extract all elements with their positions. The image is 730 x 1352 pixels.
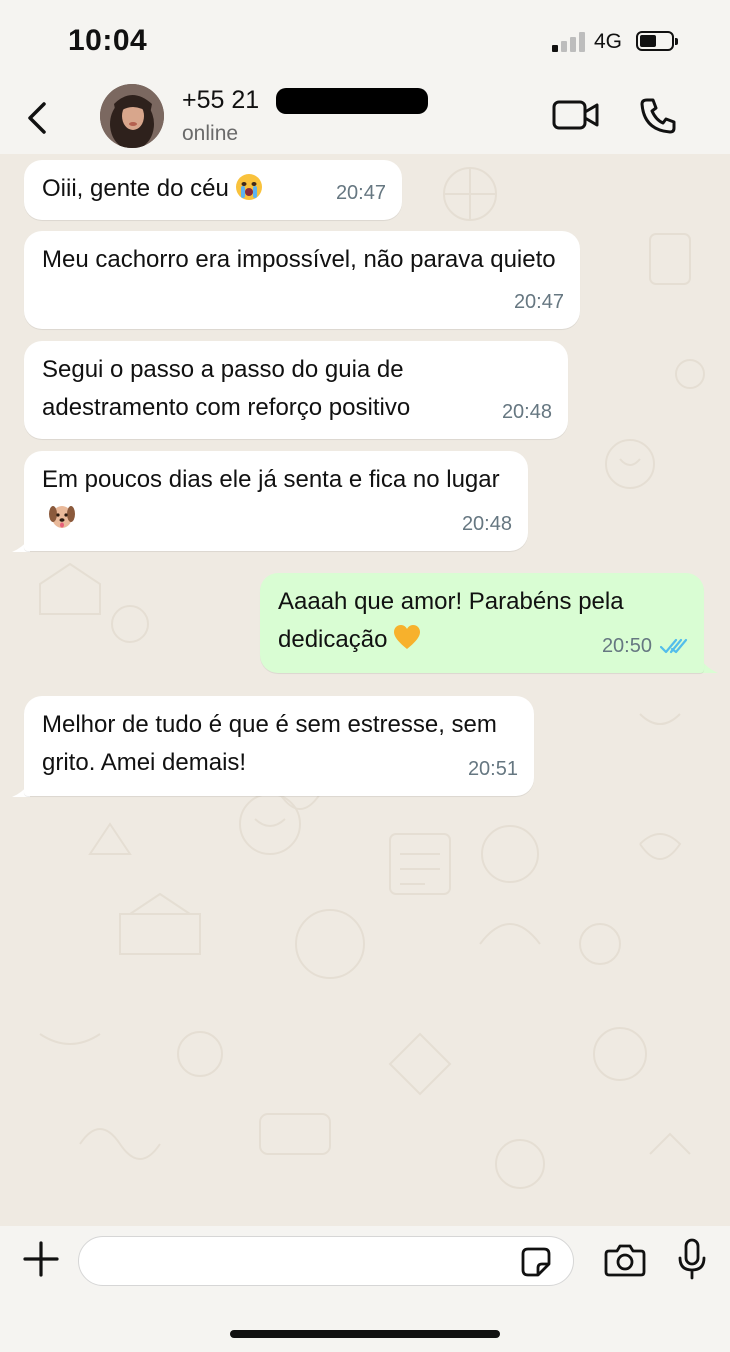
chevron-left-icon — [28, 102, 46, 134]
message-bubble-incoming[interactable]: Oiii, gente do céu 20:47 — [24, 160, 402, 220]
signal-icon — [552, 30, 586, 52]
message-time: 20:48 — [461, 513, 512, 535]
network-type: 4G — [594, 30, 623, 53]
redacted-number — [276, 88, 428, 114]
double-check-read-icon — [660, 638, 688, 654]
message-time: 20:47 — [513, 291, 564, 313]
message-text: Em poucos dias ele já senta e fica no lu… — [42, 466, 500, 493]
camera-icon — [604, 1244, 646, 1277]
message-time: 20:50 — [601, 635, 652, 657]
message-bubble-outgoing[interactable]: Aaaah que amor! Parabéns pela dedicação … — [260, 573, 704, 673]
dog-face-icon — [49, 506, 75, 528]
message-time: 20:48 — [501, 401, 552, 423]
message-input[interactable] — [78, 1236, 574, 1286]
camera-button[interactable] — [604, 1242, 646, 1278]
home-indicator[interactable] — [230, 1330, 500, 1338]
chat-area[interactable]: Oiii, gente do céu 20:47 Meu cachorro er… — [0, 154, 730, 1226]
video-call-button[interactable] — [552, 98, 600, 134]
message-bubble-incoming[interactable]: Meu cachorro era impossível, não parava … — [24, 231, 580, 329]
message-bubble-incoming[interactable]: Segui o passo a passo do guia de adestra… — [24, 341, 568, 439]
message-text: Melhor de tudo é que é sem estresse, sem… — [42, 711, 497, 776]
phone-icon — [640, 98, 676, 134]
contact-status: online — [182, 122, 239, 145]
message-text: Meu cachorro era impossível, não parava … — [42, 246, 556, 273]
message-time: 20:47 — [335, 182, 386, 204]
message-text: Oiii, gente do céu — [42, 175, 229, 202]
crying-face-icon — [235, 174, 262, 200]
message-bubble-incoming[interactable]: Melhor de tudo é que é sem estresse, sem… — [24, 696, 534, 796]
message-bubble-incoming[interactable]: Em poucos dias ele já senta e fica no lu… — [24, 451, 528, 551]
sticker-icon — [521, 1247, 551, 1277]
plus-icon — [23, 1241, 59, 1277]
voice-call-button[interactable] — [638, 96, 678, 136]
attach-button[interactable] — [22, 1240, 60, 1278]
microphone-icon — [678, 1238, 706, 1280]
battery-icon — [636, 31, 678, 51]
message-text: Aaaah que amor! Parabéns pela dedicação — [278, 588, 624, 653]
contact-name[interactable]: +55 21 — [182, 86, 259, 115]
message-text: Segui o passo a passo do guia de adestra… — [42, 356, 411, 421]
message-time: 20:51 — [467, 758, 518, 780]
status-bar: 10:04 4G — [0, 0, 730, 80]
microphone-button[interactable] — [676, 1238, 708, 1280]
status-time: 10:04 — [68, 24, 148, 57]
sticker-button[interactable] — [520, 1246, 552, 1278]
yellow-heart-icon — [394, 625, 421, 649]
avatar[interactable] — [100, 84, 164, 148]
video-camera-icon — [552, 100, 599, 130]
back-button[interactable] — [22, 98, 54, 138]
